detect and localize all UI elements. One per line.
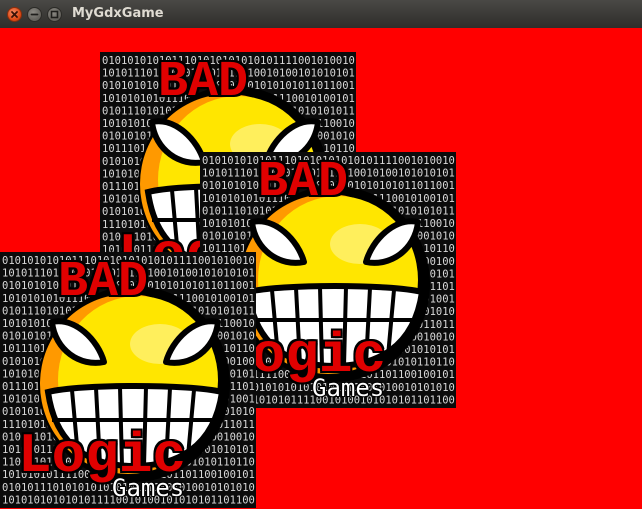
logo-word-games: Games bbox=[112, 474, 185, 502]
app-window: MyGdxGame 010101010101110101010101010111… bbox=[0, 0, 642, 509]
logo-word-bad: BAD bbox=[258, 154, 349, 211]
close-icon bbox=[11, 11, 18, 18]
logo-word-bad: BAD bbox=[158, 54, 249, 111]
minimize-icon bbox=[30, 13, 39, 16]
logo-sprite-3: 0101010101011101010101010101111001010010… bbox=[0, 252, 256, 508]
game-canvas[interactable]: 0101010101011101010101010101111001010010… bbox=[0, 28, 642, 509]
close-button[interactable] bbox=[7, 7, 22, 22]
maximize-icon bbox=[50, 10, 59, 19]
title-bar[interactable]: MyGdxGame bbox=[0, 0, 642, 29]
logo-word-games: Games bbox=[312, 374, 385, 402]
maximize-button[interactable] bbox=[47, 7, 62, 22]
window-title: MyGdxGame bbox=[72, 6, 164, 21]
minimize-button[interactable] bbox=[27, 7, 42, 22]
logo-word-bad: BAD bbox=[58, 254, 149, 311]
